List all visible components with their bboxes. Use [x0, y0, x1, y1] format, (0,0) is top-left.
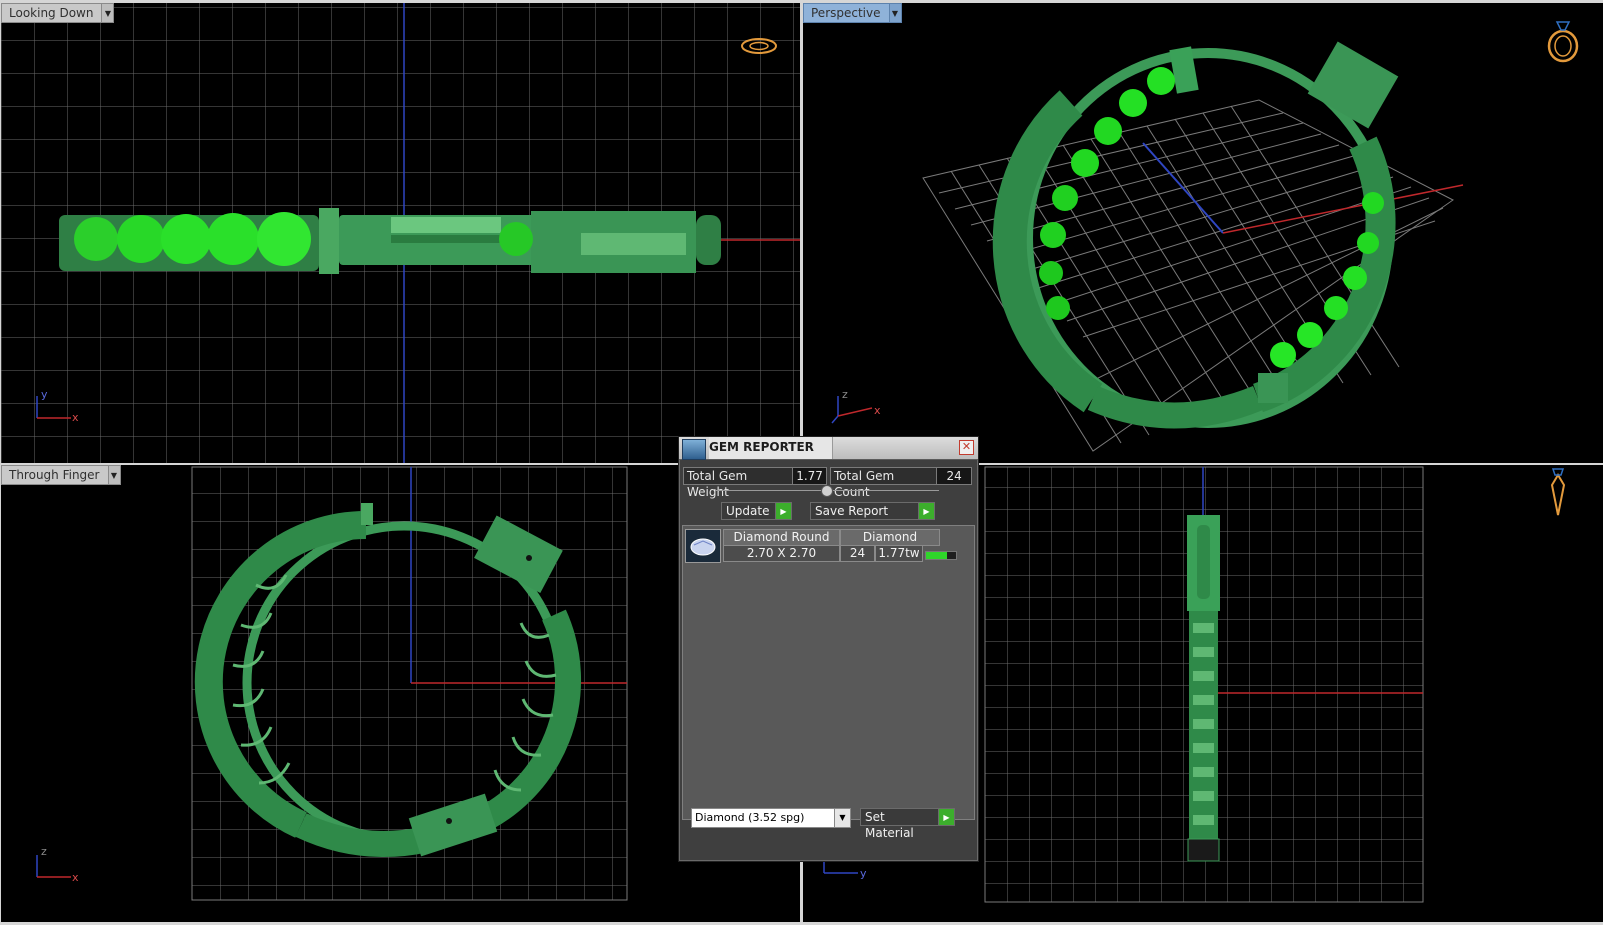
viewport-label: Perspective — [811, 6, 881, 20]
total-gem-weight: Total Gem Weight 1.77 — [683, 467, 827, 499]
viewport-perspective[interactable]: Perspective ▼ z x — [803, 3, 1603, 463]
viewport-label: Through Finger — [9, 468, 100, 482]
ring-perspective-icon[interactable] — [1543, 16, 1585, 66]
close-button[interactable]: ✕ — [959, 440, 974, 455]
total-gem-weight-value: 1.77 — [792, 468, 826, 484]
axis-label-z: z — [842, 388, 848, 401]
gem-list[interactable]: Diamond Round Diamond 2.70 X 2.70 24 1.7… — [682, 525, 975, 820]
axis-triad: z x — [36, 845, 79, 884]
gem-reporter-titlebar[interactable]: GEM REPORTER ✕ — [679, 437, 978, 460]
axis-label-x: x — [72, 871, 79, 884]
axis-label-x: x — [72, 411, 79, 424]
gem-size: 2.70 X 2.70 — [723, 545, 840, 562]
chevron-down-icon[interactable]: ▼ — [834, 809, 850, 827]
gem-reporter-panel[interactable]: GEM REPORTER ✕ Total Gem Weight 1.77 Tot… — [678, 436, 979, 862]
gem-weight-bar-fill — [926, 552, 947, 559]
gem-weight-bar — [925, 551, 957, 560]
dropdown-arrow-icon[interactable]: ▼ — [101, 4, 114, 22]
gem-shape: Diamond Round — [723, 529, 840, 546]
axis-triad: y x — [36, 388, 79, 424]
play-arrow-icon: ▶ — [938, 809, 954, 825]
set-material-button-label: Set Material — [865, 810, 914, 840]
play-arrow-icon: ▶ — [775, 503, 791, 519]
axis-label-y: y — [41, 388, 48, 401]
gem-reporter-logo-icon — [682, 439, 706, 460]
save-report-button-label: Save Report — [815, 504, 889, 518]
viewport-view-selector[interactable]: Looking Down ▼ — [1, 3, 115, 23]
gem-count: 24 — [840, 545, 875, 562]
play-arrow-icon: ▶ — [918, 503, 934, 519]
update-button-label: Update — [726, 504, 770, 518]
material-select-value: Diamond (3.52 spg) — [695, 811, 805, 824]
ring-top-view-icon[interactable] — [739, 35, 779, 57]
total-gem-count-label: Total Gem Count — [834, 469, 895, 499]
gem-reporter-title: GEM REPORTER — [709, 437, 833, 459]
dropdown-arrow-icon[interactable]: ▼ — [888, 4, 901, 22]
save-report-button[interactable]: Save Report ▶ — [810, 502, 935, 520]
axis-label-z: z — [41, 845, 47, 858]
splitter-handle[interactable] — [821, 485, 833, 497]
material-select[interactable]: Diamond (3.52 spg) ▼ — [691, 808, 851, 828]
axis-label-x: x — [874, 404, 881, 417]
viewport-view-selector[interactable]: Through Finger ▼ — [1, 465, 121, 485]
viewport-looking-down[interactable]: Looking Down ▼ y x — [1, 3, 800, 463]
total-gem-count: Total Gem Count 24 — [830, 467, 972, 499]
update-button[interactable]: Update ▶ — [721, 502, 792, 520]
total-gem-count-value: 24 — [936, 468, 971, 484]
total-gem-weight-label: Total Gem Weight — [687, 469, 748, 499]
axis-label-y: y — [860, 867, 867, 880]
dropdown-arrow-icon[interactable]: ▼ — [107, 466, 120, 484]
gem-thumbnail-icon — [685, 529, 721, 563]
list-item[interactable]: Diamond Round Diamond 2.70 X 2.70 24 1.7… — [685, 529, 960, 563]
ring-side-view-icon[interactable] — [1543, 465, 1573, 518]
viewport-label: Looking Down — [9, 6, 94, 20]
set-material-button[interactable]: Set Material ▶ — [860, 808, 955, 840]
gem-weight: 1.77tw — [875, 545, 923, 562]
perspective-scene — [922, 41, 1464, 452]
axis-triad: z x — [831, 388, 881, 424]
viewport-view-selector[interactable]: Perspective ▼ — [803, 3, 902, 23]
looking-down-scene — [1, 3, 800, 463]
gem-material: Diamond — [840, 529, 940, 546]
